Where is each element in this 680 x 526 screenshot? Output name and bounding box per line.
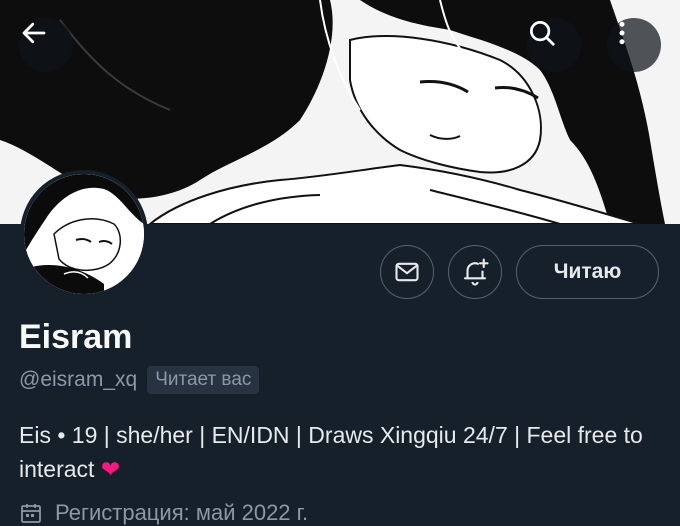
username-handle: @eisram_xq [19, 368, 138, 391]
envelope-icon [395, 262, 419, 282]
avatar-artwork [24, 174, 144, 294]
notifications-button[interactable] [448, 245, 502, 299]
heart-emoji: ❤ [100, 456, 121, 482]
display-name: Eisram [19, 318, 133, 356]
search-icon [530, 21, 555, 46]
more-options-button[interactable] [607, 18, 661, 72]
follows-you-badge: Читает вас [147, 366, 260, 394]
join-date-row: Регистрация: май 2022 г. [19, 500, 308, 526]
search-button[interactable] [527, 18, 581, 72]
message-button[interactable] [380, 245, 434, 299]
join-date: Регистрация: май 2022 г. [55, 500, 309, 525]
back-button[interactable] [19, 18, 73, 72]
profile-bio: Eis • 19 | she/her | EN/IDN | Draws Xing… [19, 418, 659, 486]
more-vertical-icon [619, 21, 625, 45]
calendar-icon [21, 504, 41, 523]
following-button[interactable]: Читаю [516, 245, 659, 299]
handle-row: @eisram_xq Читает вас [19, 366, 260, 394]
bell-plus-icon [463, 258, 489, 286]
avatar[interactable] [20, 170, 148, 298]
arrow-left-icon [22, 22, 46, 44]
